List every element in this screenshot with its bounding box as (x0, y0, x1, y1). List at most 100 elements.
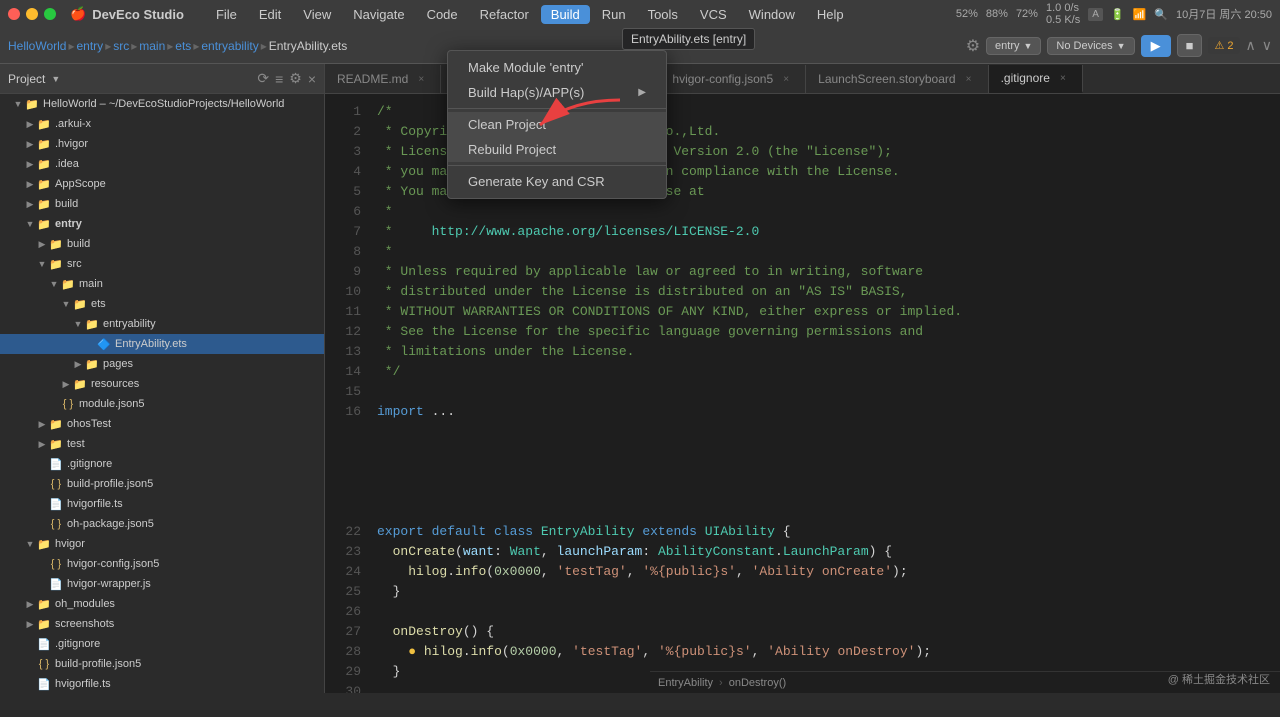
tab-launchscreen[interactable]: LaunchScreen.storyboard × (806, 65, 988, 93)
menu-bar: File Edit View Navigate Code Refactor Bu… (206, 5, 854, 24)
sidebar-collapse-icon[interactable]: ≡ (275, 71, 283, 87)
tree-item[interactable]: 📄 hvigor-wrapper.js (0, 574, 324, 594)
collapse-icon[interactable]: ∨ (1262, 37, 1272, 54)
json-file-icon: { } (36, 656, 52, 672)
device-dropdown[interactable]: No Devices ▼ (1047, 37, 1134, 55)
menu-navigate[interactable]: Navigate (343, 5, 414, 24)
warnings-badge[interactable]: ⚠ 2 (1208, 37, 1239, 54)
tree-item[interactable]: ▶ 📁 .idea (0, 154, 324, 174)
tab-hvigor-config[interactable]: hvigor-config.json5 × (660, 65, 806, 93)
menu-generate-key[interactable]: Generate Key and CSR (448, 169, 666, 194)
menu-run[interactable]: Run (592, 5, 636, 24)
tree-item-entry[interactable]: ▼ 📁 entry (0, 214, 324, 234)
menu-window[interactable]: Window (739, 5, 805, 24)
tree-item-entryability-ets[interactable]: 🔷 EntryAbility.ets (0, 334, 324, 354)
tab-close-icon[interactable]: × (414, 72, 428, 86)
run-config-dropdown[interactable]: entry ▼ (986, 37, 1041, 55)
tree-item-label: build-profile.json5 (67, 478, 153, 490)
breadcrumb-entry[interactable]: entry (77, 39, 104, 53)
breadcrumb-main[interactable]: main (139, 39, 165, 53)
breadcrumb-helloworld[interactable]: HelloWorld (8, 39, 66, 53)
tree-item[interactable]: { } hvigor-config.json5 (0, 554, 324, 574)
menu-file[interactable]: File (206, 5, 247, 24)
tree-item[interactable]: ▼ 📁 src (0, 254, 324, 274)
tree-item[interactable]: ▼ 📁 hvigor (0, 534, 324, 554)
tab-close-icon[interactable]: × (1056, 71, 1070, 85)
tree-item[interactable]: ▶ 📁 test (0, 434, 324, 454)
tab-close-icon[interactable]: × (779, 72, 793, 86)
tab-gitignore[interactable]: .gitignore × (989, 65, 1083, 93)
tree-item[interactable]: 📄 hvigorfile.ts (0, 494, 324, 514)
menu-code[interactable]: Code (417, 5, 468, 24)
menu-refactor[interactable]: Refactor (470, 5, 539, 24)
tree-item[interactable]: ▶ 📁 oh_modules (0, 594, 324, 614)
tree-item[interactable]: 📄 .gitignore (0, 454, 324, 474)
menu-clean-project[interactable]: Clean Project (448, 112, 666, 137)
menu-tools[interactable]: Tools (638, 5, 688, 24)
tree-item-label: oh-package.json5 (67, 518, 154, 530)
tree-item-label: .idea (55, 158, 79, 170)
menu-separator (448, 165, 666, 166)
tree-item[interactable]: ▼ 📁 HelloWorld – ~/DevEcoStudioProjects/… (0, 94, 324, 114)
active-tab-label-text: EntryAbility.ets [entry] (631, 32, 746, 46)
breadcrumb-src[interactable]: src (113, 39, 129, 53)
menu-view[interactable]: View (293, 5, 341, 24)
menu-vcs[interactable]: VCS (690, 5, 737, 24)
tree-item[interactable]: ▼ 📁 ets (0, 294, 324, 314)
close-button[interactable] (8, 8, 20, 20)
tree-item[interactable]: ▶ 📁 .arkui-x (0, 114, 324, 134)
breadcrumb-sep1: ▸ (68, 39, 74, 53)
tree-item-label: src (67, 258, 82, 270)
breadcrumb-ets[interactable]: ets (175, 39, 191, 53)
breadcrumb-entryability[interactable]: entryability (201, 39, 258, 53)
menu-edit[interactable]: Edit (249, 5, 291, 24)
tree-item[interactable]: 📄 hvigorfile.ts (0, 674, 324, 693)
sidebar-close-icon[interactable]: × (308, 71, 316, 87)
file-icon: 📄 (48, 576, 64, 592)
tree-item[interactable]: { } build-profile.json5 (0, 654, 324, 674)
minimize-button[interactable] (26, 8, 38, 20)
sidebar-chevron-icon[interactable]: ▼ (51, 74, 60, 84)
run-button[interactable]: ▶ (1141, 35, 1171, 57)
folder-icon: 📁 (72, 376, 88, 392)
tree-item-label: HelloWorld – ~/DevEcoStudioProjects/Hell… (43, 98, 284, 110)
tree-item[interactable]: { } oh-package.json5 (0, 514, 324, 534)
tree-item[interactable]: ▶ 📁 AppScope (0, 174, 324, 194)
tab-close-icon[interactable]: × (962, 72, 976, 86)
submenu-arrow-icon: ▶ (638, 87, 646, 98)
tree-item[interactable]: ▶ 📁 screenshots (0, 614, 324, 634)
tree-item[interactable]: ▶ 📁 resources (0, 374, 324, 394)
sidebar-gear-icon[interactable]: ⚙ (289, 70, 302, 87)
tree-item[interactable]: ▼ 📁 main (0, 274, 324, 294)
expand-icon[interactable]: ∧ (1246, 37, 1256, 54)
accessibility-btn[interactable]: A (1088, 8, 1103, 21)
tree-item-label: hvigorfile.ts (67, 498, 123, 510)
tree-item-label: module.json5 (79, 398, 144, 410)
tree-item[interactable]: { } build-profile.json5 (0, 474, 324, 494)
maximize-button[interactable] (44, 8, 56, 20)
tree-item[interactable]: 📄 .gitignore (0, 634, 324, 654)
tree-item[interactable]: ▶ 📁 .hvigor (0, 134, 324, 154)
folder-arrow-icon: ▼ (24, 219, 36, 229)
tree-item[interactable]: ▶ 📁 pages (0, 354, 324, 374)
ets-file-icon: 🔷 (96, 336, 112, 352)
search-icon[interactable]: 🔍 (1154, 8, 1168, 21)
tree-item[interactable]: ▶ 📁 build (0, 194, 324, 214)
sidebar-sync-icon[interactable]: ⟳ (257, 70, 269, 87)
menu-build-hap[interactable]: Build Hap(s)/APP(s) ▶ (448, 80, 666, 105)
stop-button[interactable]: ■ (1177, 34, 1203, 57)
sidebar: Project ▼ ⟳ ≡ ⚙ × ▼ 📁 HelloWorld – ~/Dev… (0, 64, 325, 693)
device-label: No Devices (1056, 40, 1112, 52)
tree-item-label: hvigor (55, 538, 85, 550)
tab-readme[interactable]: README.md × (325, 65, 441, 93)
menu-make-module[interactable]: Make Module 'entry' (448, 55, 666, 80)
menu-help[interactable]: Help (807, 5, 854, 24)
tree-item[interactable]: ▶ 📁 ohosTest (0, 414, 324, 434)
folder-arrow-icon: ▶ (24, 199, 36, 210)
menu-build[interactable]: Build (541, 5, 590, 24)
menu-rebuild-project[interactable]: Rebuild Project (448, 137, 666, 162)
tree-item[interactable]: ▼ 📁 entryability (0, 314, 324, 334)
tree-item[interactable]: { } module.json5 (0, 394, 324, 414)
settings-icon[interactable]: ⚙ (966, 36, 980, 56)
tree-item[interactable]: ▶ 📁 build (0, 234, 324, 254)
